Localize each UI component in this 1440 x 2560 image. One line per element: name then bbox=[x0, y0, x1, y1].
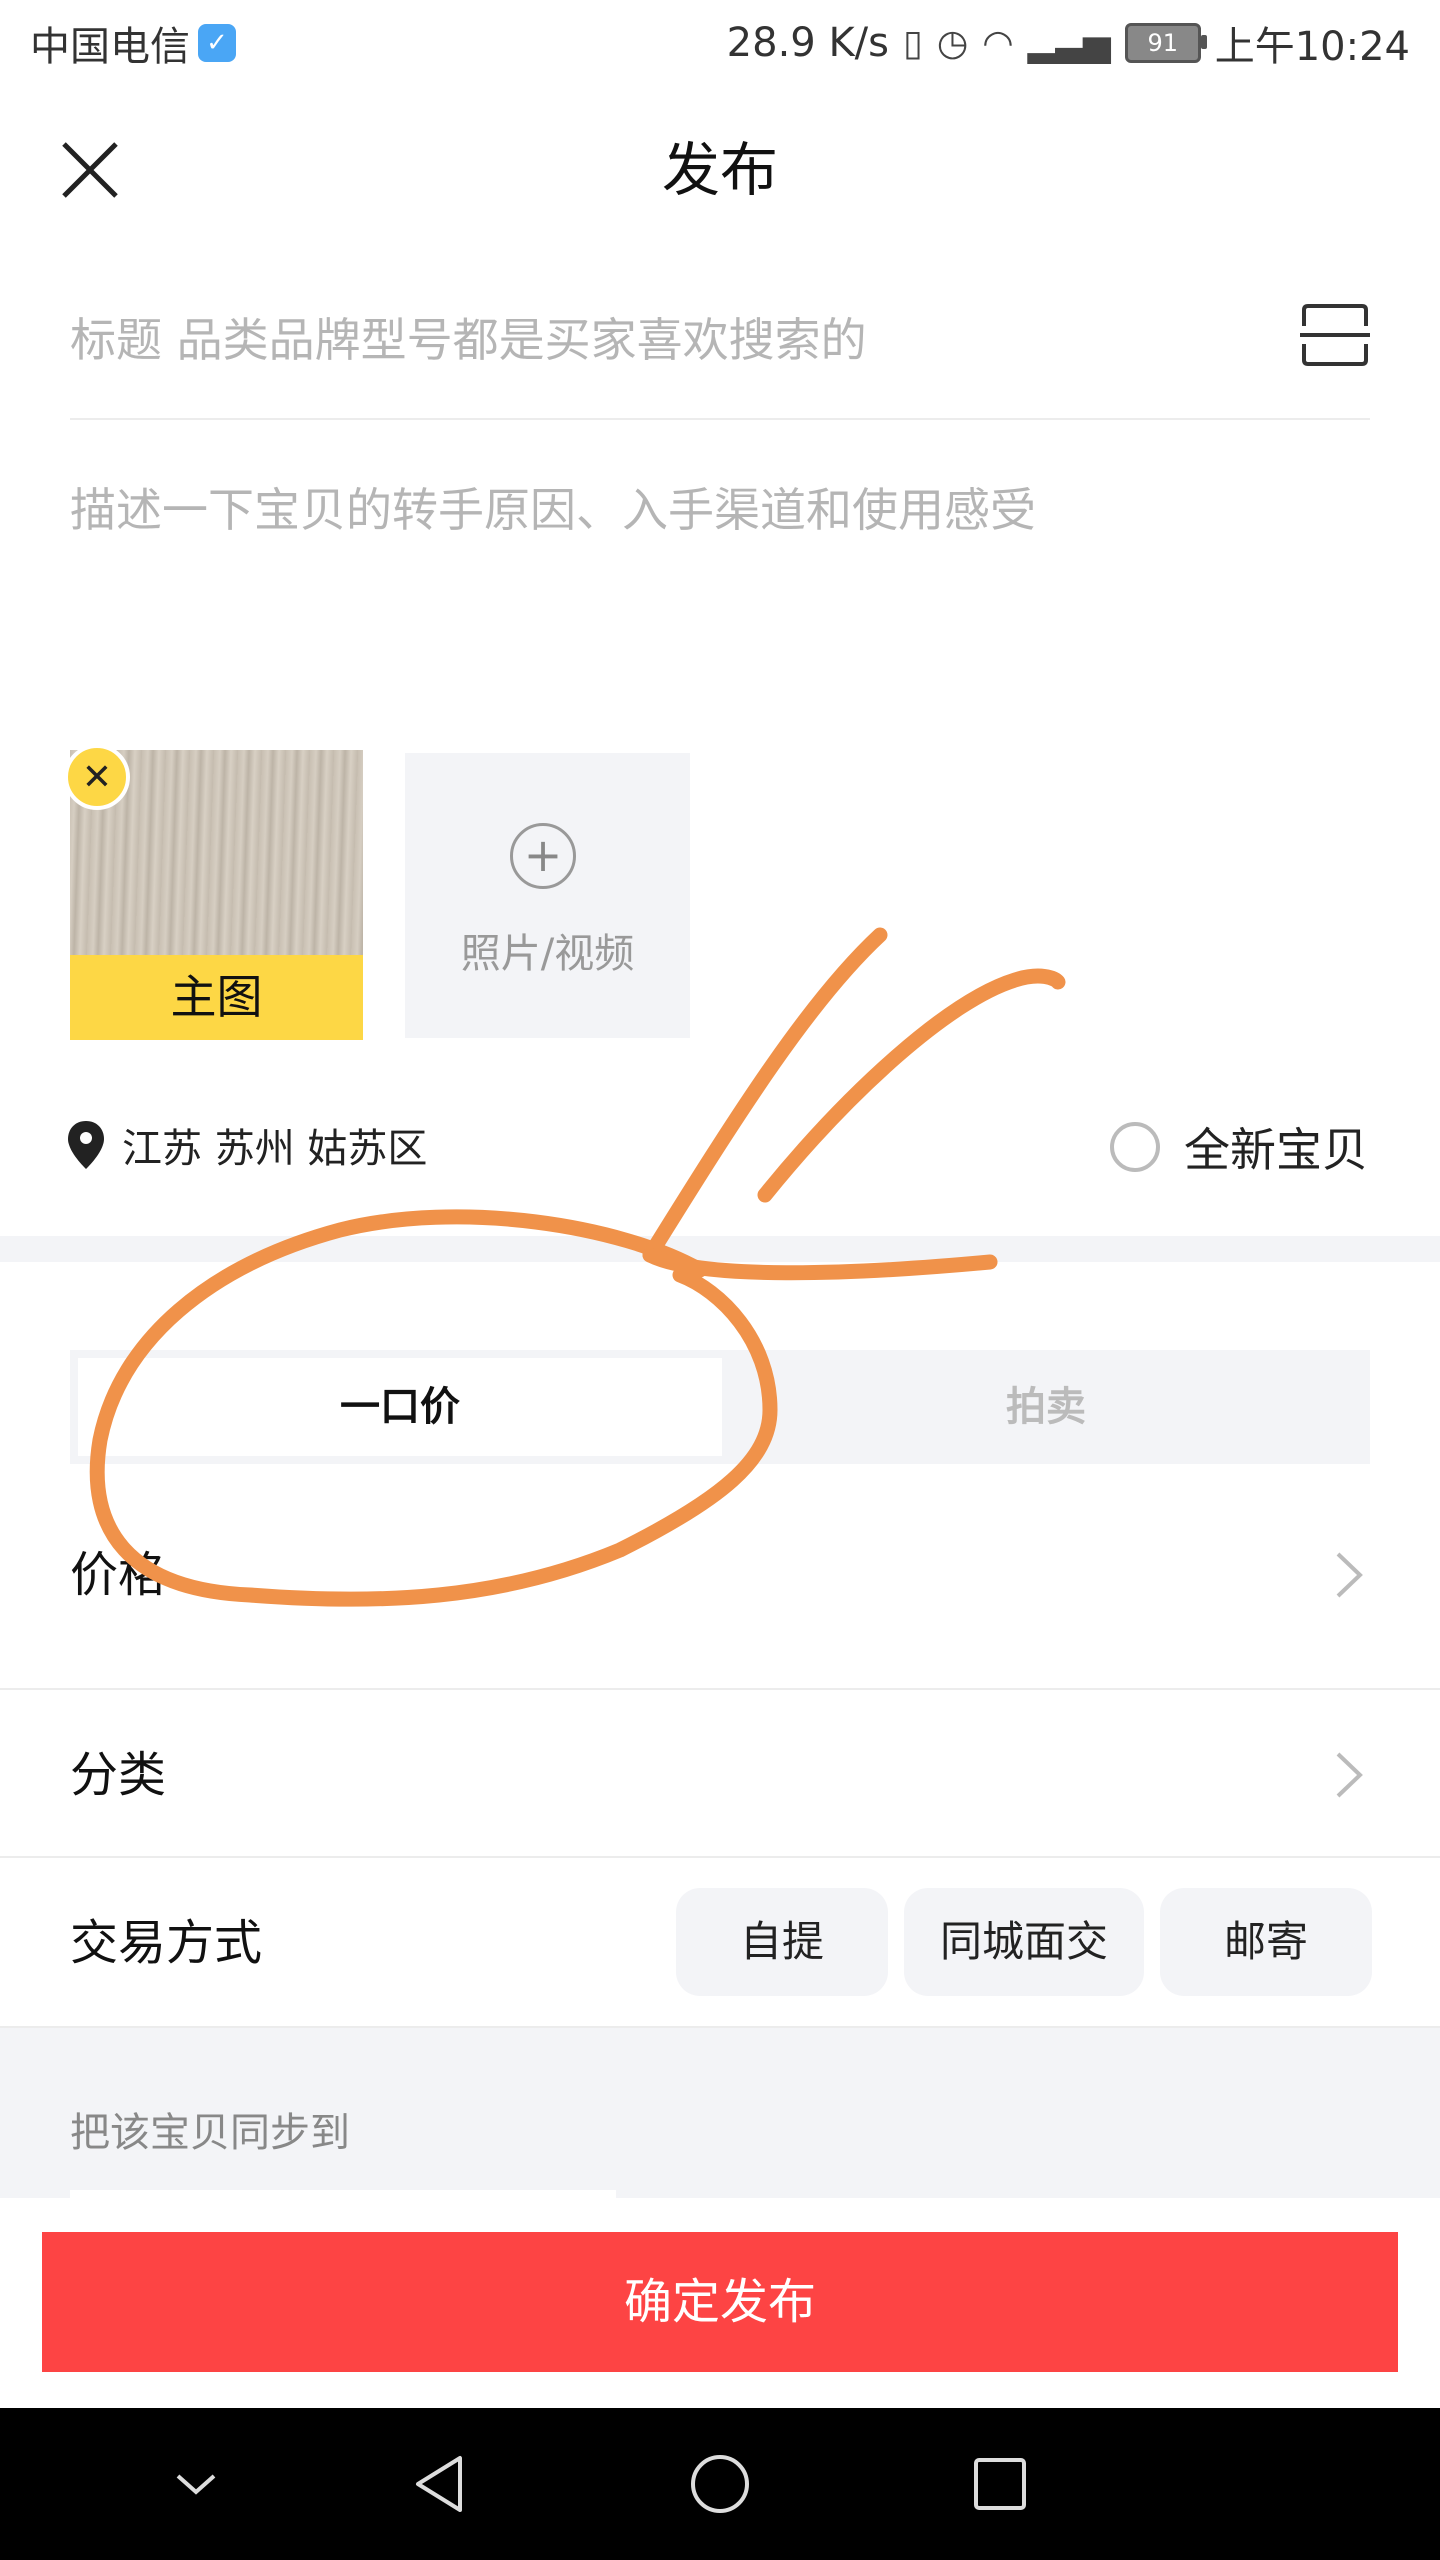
location-text: 江苏 苏州 姑苏区 bbox=[122, 1126, 428, 1172]
signal-icon: ▂▃▅ bbox=[1027, 22, 1111, 64]
top-bar: 发布 bbox=[0, 90, 1440, 250]
trade-option-pickup[interactable]: 自提 bbox=[676, 1888, 888, 1996]
clock: 上午10:24 bbox=[1214, 24, 1410, 70]
nav-recents-icon[interactable] bbox=[968, 2452, 1032, 2516]
new-item-radio[interactable] bbox=[1110, 1122, 1160, 1172]
vibrate-icon: ▯ bbox=[903, 22, 923, 64]
tab-fixed-price[interactable]: 一口价 bbox=[78, 1358, 722, 1456]
status-right: 28.9 K/s ▯ ◷ ◠ ▂▃▅ 91 上午10:24 bbox=[727, 14, 1410, 72]
battery-icon: 91 bbox=[1124, 23, 1207, 63]
title-input[interactable]: 标题 品类品牌型号都是买家喜欢搜索的 bbox=[70, 290, 1250, 390]
carrier-name: 中国电信 bbox=[30, 24, 190, 70]
section-separator bbox=[0, 1236, 1440, 1262]
nav-collapse-icon[interactable] bbox=[170, 2458, 222, 2510]
category-label: 分类 bbox=[70, 1747, 167, 1803]
price-row[interactable]: 价格 bbox=[0, 1490, 1440, 1660]
chevron-right-icon bbox=[1336, 1552, 1363, 1598]
main-photo-label: 主图 bbox=[70, 955, 363, 1040]
system-nav-bar bbox=[0, 2408, 1440, 2560]
shield-icon: ✓ bbox=[198, 24, 236, 62]
location-selector[interactable]: 江苏 苏州 姑苏区 bbox=[66, 1110, 427, 1180]
tab-auction[interactable]: 拍卖 bbox=[722, 1350, 1370, 1464]
add-photo-video-button[interactable]: + 照片/视频 bbox=[405, 753, 690, 1038]
category-row[interactable]: 分类 bbox=[0, 1690, 1440, 1860]
page-title: 发布 bbox=[661, 136, 778, 204]
sync-label: 把该宝贝同步到 bbox=[70, 2110, 350, 2156]
location-pin-icon bbox=[68, 1121, 104, 1169]
network-speed: 28.9 K/s bbox=[726, 20, 889, 66]
scan-button[interactable] bbox=[1300, 302, 1370, 368]
wifi-icon: ◠ bbox=[982, 22, 1014, 64]
divider bbox=[70, 418, 1370, 420]
remove-icon: ✕ bbox=[81, 756, 113, 798]
carrier-info: 中国电信 ✓ bbox=[30, 14, 236, 72]
remove-photo-button[interactable]: ✕ bbox=[64, 744, 130, 810]
alarm-icon: ◷ bbox=[936, 22, 969, 64]
chevron-right-icon bbox=[1336, 1752, 1363, 1798]
pricing-mode-tabs: 一口价 拍卖 bbox=[70, 1350, 1370, 1464]
new-item-toggle[interactable]: 全新宝贝 bbox=[1110, 1112, 1368, 1182]
trade-method-label: 交易方式 bbox=[70, 1915, 263, 1971]
nav-back-icon[interactable] bbox=[410, 2452, 474, 2516]
sync-option-card[interactable] bbox=[70, 2190, 616, 2198]
confirm-publish-button[interactable]: 确定发布 bbox=[42, 2232, 1398, 2372]
status-bar: 中国电信 ✓ 28.9 K/s ▯ ◷ ◠ ▂▃▅ 91 上午10:24 bbox=[0, 0, 1440, 84]
trade-option-local[interactable]: 同城面交 bbox=[904, 1888, 1144, 1996]
scan-icon bbox=[1300, 304, 1370, 366]
nav-home-icon[interactable] bbox=[688, 2452, 752, 2516]
trade-option-mail[interactable]: 邮寄 bbox=[1160, 1888, 1372, 1996]
description-input[interactable]: 描述一下宝贝的转手原因、入手渠道和使用感受 bbox=[70, 470, 1370, 570]
annotation-arrow-stroke2 bbox=[757, 968, 1066, 1203]
price-label: 价格 bbox=[70, 1547, 167, 1603]
battery-level: 91 bbox=[1147, 29, 1178, 57]
add-photo-label: 照片/视频 bbox=[460, 931, 635, 977]
new-item-label: 全新宝贝 bbox=[1184, 1123, 1368, 1177]
plus-icon: + bbox=[510, 823, 576, 889]
